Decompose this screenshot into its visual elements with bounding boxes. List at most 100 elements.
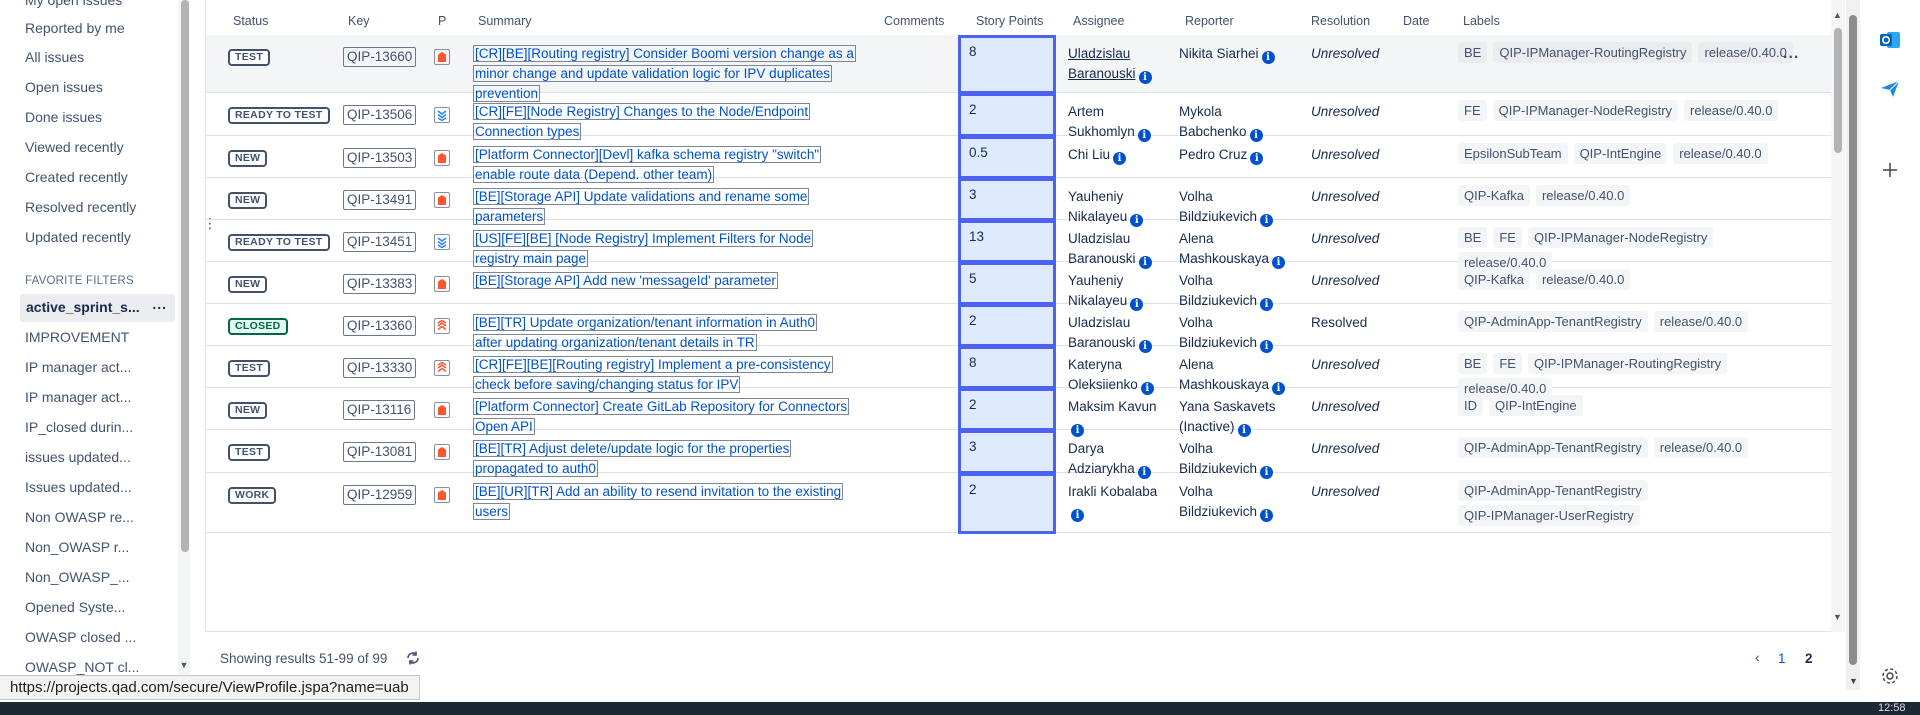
col-key[interactable]: Key xyxy=(348,14,370,28)
table-scroll-thumb[interactable] xyxy=(1834,28,1842,153)
label-chip[interactable]: release/0.40.0 xyxy=(1684,100,1779,121)
story-points-cell[interactable]: 3 xyxy=(958,178,1056,221)
status-badge[interactable]: TEST xyxy=(228,49,271,66)
issue-key-link[interactable]: QIP-13503 xyxy=(343,148,417,168)
favorite-filter-item[interactable]: Non_OWASP_... xyxy=(25,569,130,585)
favorite-filter-item[interactable]: OWASP_NOT cl... xyxy=(25,659,139,675)
story-points-cell[interactable]: 2 xyxy=(958,473,1056,534)
label-chip[interactable]: QIP-IPManager-NodeRegistry xyxy=(1527,227,1714,248)
pager-page-1[interactable]: 1 xyxy=(1778,651,1786,666)
favorite-filter-item[interactable]: active_sprint_s...... xyxy=(20,294,175,322)
reporter[interactable]: Volha Bildziukevich i xyxy=(1179,482,1294,522)
sidebar-link[interactable]: Open issues xyxy=(25,79,103,95)
status-badge[interactable]: READY TO TEST xyxy=(228,107,330,124)
assignee[interactable]: Irakli Kobalaba i xyxy=(1068,482,1168,522)
page-scroll-down-icon[interactable]: ▼ xyxy=(1849,676,1858,686)
label-chip[interactable]: release/0.40.0 xyxy=(1653,437,1749,458)
table-row[interactable]: CLOSED QIP-13360 [BE][TR] Update organizat… xyxy=(206,304,1831,353)
col-story-points[interactable]: Story Points xyxy=(976,14,1043,28)
info-icon[interactable]: i xyxy=(1250,152,1264,165)
col-resolution[interactable]: Resolution xyxy=(1311,14,1370,28)
table-row[interactable]: TEST QIP-13081 [BE][TR] Adjust delete/upda… xyxy=(206,430,1831,479)
table-scroll-up-icon[interactable]: ▲ xyxy=(1833,10,1842,20)
favorite-filter-item[interactable]: Non OWASP re... xyxy=(25,509,134,525)
col-comments[interactable]: Comments xyxy=(884,14,944,28)
favorite-filter-item[interactable]: issues updated... xyxy=(25,449,131,465)
table-row[interactable]: TEST QIP-13330 [CR][FE][BE][Routing regist… xyxy=(206,346,1831,399)
issue-key-link[interactable]: QIP-13660 xyxy=(343,47,417,67)
reporter[interactable]: Nikita Siarhei i xyxy=(1179,44,1294,64)
issue-summary-link[interactable]: [BE][Storage API] Add new 'messageId' pa… xyxy=(473,271,858,291)
col-labels[interactable]: Labels xyxy=(1463,14,1500,28)
status-badge[interactable]: NEW xyxy=(228,150,268,167)
favorite-filter-item[interactable]: IP manager act... xyxy=(25,389,131,405)
table-scroll-down-icon[interactable]: ▼ xyxy=(1833,612,1842,622)
status-badge[interactable]: NEW xyxy=(228,402,268,419)
row-actions-icon[interactable]: ... xyxy=(1783,45,1799,63)
assignee[interactable]: Uladzislau Baranouski i xyxy=(1068,44,1168,84)
status-badge[interactable]: TEST xyxy=(228,360,271,377)
label-chip[interactable]: QIP-Kafka xyxy=(1458,185,1530,206)
info-icon[interactable]: i xyxy=(1261,51,1275,64)
label-chip[interactable]: QIP-IPManager-RoutingRegistry xyxy=(1493,42,1693,63)
favorite-filter-item[interactable]: IP manager act... xyxy=(25,359,131,375)
status-badge[interactable]: NEW xyxy=(228,276,268,293)
reporter[interactable]: Pedro Cruz i xyxy=(1179,145,1294,165)
label-chip[interactable]: FE xyxy=(1493,227,1522,248)
col-assignee[interactable]: Assignee xyxy=(1073,14,1124,28)
story-points-cell[interactable]: 3 xyxy=(958,430,1056,474)
sidebar-link[interactable]: Viewed recently xyxy=(25,139,124,155)
label-chip[interactable]: QIP-AdminApp-TenantRegistry xyxy=(1458,480,1648,501)
issue-key-link[interactable]: QIP-13116 xyxy=(343,400,416,420)
pager-page-2[interactable]: 2 xyxy=(1805,651,1813,666)
col-summary[interactable]: Summary xyxy=(478,14,531,28)
sidebar-link[interactable]: Done issues xyxy=(25,109,102,125)
sidebar-scroll-down-icon[interactable]: ▼ xyxy=(178,660,190,672)
label-chip[interactable]: BE xyxy=(1458,227,1488,248)
sidebar-link[interactable]: Reported by me xyxy=(25,20,125,36)
label-chip[interactable]: release/0.40.0 xyxy=(1535,185,1631,206)
label-chip[interactable]: QIP-IntEngine xyxy=(1573,143,1668,164)
story-points-cell[interactable]: 0.5 xyxy=(958,136,1056,179)
info-icon[interactable]: i xyxy=(1260,509,1274,522)
label-chip[interactable]: FE xyxy=(1493,353,1522,374)
status-badge[interactable]: CLOSED xyxy=(228,318,288,335)
label-chip[interactable]: QIP-AdminApp-TenantRegistry xyxy=(1458,311,1648,332)
col-date[interactable]: Date xyxy=(1403,14,1429,28)
info-icon[interactable]: i xyxy=(1071,509,1084,522)
story-points-cell[interactable]: 2 xyxy=(958,304,1056,347)
label-chip[interactable]: release/0.40.0 xyxy=(1673,143,1768,164)
label-chip[interactable]: release/0.40.0 xyxy=(1698,42,1793,63)
issue-key-link[interactable]: QIP-13360 xyxy=(343,316,417,336)
table-row[interactable]: READY TO TEST QIP-13506 [CR][FE][Node Regi… xyxy=(206,93,1831,142)
favorite-filter-item[interactable]: OWASP closed ... xyxy=(25,629,136,645)
table-row[interactable]: NEW QIP-13491 [BE][Storage API] Update val… xyxy=(206,178,1831,227)
label-chip[interactable]: ID xyxy=(1458,395,1483,416)
favorite-filter-item[interactable]: IMPROVEMENT xyxy=(25,329,129,345)
page-scroll-thumb[interactable] xyxy=(1849,15,1857,665)
sidebar-link[interactable]: Created recently xyxy=(25,169,128,185)
sidebar-link[interactable]: Updated recently xyxy=(25,229,131,245)
col-priority[interactable]: P xyxy=(438,14,446,28)
issue-key-link[interactable]: QIP-13506 xyxy=(343,105,417,125)
more-options-icon[interactable]: ... xyxy=(152,296,167,312)
table-row[interactable]: NEW QIP-13503 [Platform Connector][Devl] k… xyxy=(206,136,1831,183)
issue-key-link[interactable]: QIP-13491 xyxy=(343,190,417,210)
label-chip[interactable]: QIP-IntEngine xyxy=(1489,395,1583,416)
add-icon[interactable] xyxy=(1878,158,1902,182)
assignee[interactable]: Chi Liu i xyxy=(1068,145,1168,165)
info-icon[interactable]: i xyxy=(1138,71,1152,84)
status-badge[interactable]: NEW xyxy=(228,192,268,209)
label-chip[interactable]: QIP-IPManager-RoutingRegistry xyxy=(1527,353,1728,374)
label-chip[interactable]: QIP-IPManager-UserRegistry xyxy=(1458,505,1640,526)
status-badge[interactable]: TEST xyxy=(228,444,271,461)
label-chip[interactable]: QIP-Kafka xyxy=(1458,269,1530,290)
story-points-cell[interactable]: 8 xyxy=(958,35,1056,94)
favorite-filter-item[interactable]: Non_OWASP r... xyxy=(25,539,129,555)
favorite-filter-item[interactable]: Opened Syste... xyxy=(25,599,125,615)
label-chip[interactable]: BE xyxy=(1458,353,1488,374)
refresh-icon[interactable] xyxy=(405,650,421,666)
story-points-cell[interactable]: 2 xyxy=(958,388,1056,431)
table-row[interactable]: NEW QIP-13116 [Platform Connector] Create … xyxy=(206,388,1831,437)
status-badge[interactable]: WORK xyxy=(228,487,277,504)
